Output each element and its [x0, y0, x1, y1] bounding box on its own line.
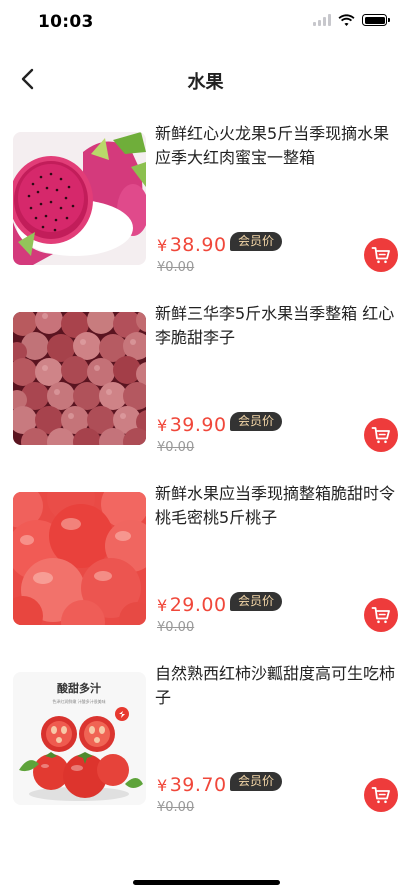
product-price: ¥29.00: [157, 594, 227, 616]
product-image-peaches[interactable]: [13, 492, 146, 625]
cellular-signal-icon: [313, 14, 331, 26]
product-image-dragon-fruit[interactable]: [13, 132, 146, 265]
product-image-plums[interactable]: [13, 312, 146, 445]
product-card[interactable]: 新鲜水果应当季现摘整箱脆甜时令桃毛密桃5斤桃子 ¥29.00 会员价 ¥0.00: [0, 475, 411, 655]
image-caption: 酸甜多汁: [57, 681, 101, 695]
add-to-cart-button[interactable]: [364, 238, 398, 272]
product-title[interactable]: 新鲜水果应当季现摘整箱脆甜时令桃毛密桃5斤桃子: [155, 482, 397, 530]
original-price: ¥0.00: [157, 800, 195, 815]
product-card[interactable]: 新鲜三华李5斤水果当季整箱 红心李脆甜李子 ¥39.90 会员价 ¥0.00: [0, 295, 411, 475]
nav-bar: 水果: [0, 54, 411, 106]
product-title[interactable]: 自然熟西红柿沙瓤甜度高可生吃柿子: [155, 662, 397, 710]
add-to-cart-button[interactable]: [364, 418, 398, 452]
product-title[interactable]: 新鲜三华李5斤水果当季整箱 红心李脆甜李子: [155, 302, 397, 350]
member-price-badge: 会员价: [230, 232, 283, 251]
cart-icon: [371, 787, 390, 804]
product-title[interactable]: 新鲜红心火龙果5斤当季现摘水果应季大红肉蜜宝一整箱: [155, 122, 397, 170]
original-price: ¥0.00: [157, 620, 195, 635]
add-to-cart-button[interactable]: [364, 778, 398, 812]
product-image-tomatoes[interactable]: 酸甜多汁 色泽红润鲜嫩 汁酸多汁很美味: [13, 672, 146, 805]
home-indicator[interactable]: [133, 880, 280, 885]
cart-icon: [371, 427, 390, 444]
status-icons: [313, 14, 390, 26]
status-time: 10:03: [38, 12, 94, 32]
product-card[interactable]: 酸甜多汁 色泽红润鲜嫩 汁酸多汁很美味 自然熟西红柿沙瓤甜度高可生吃柿子 ¥ 3…: [0, 655, 411, 835]
member-price-badge: 会员价: [230, 592, 283, 611]
member-price-badge: 会员价: [230, 772, 283, 791]
product-price: ¥39.90: [157, 414, 227, 436]
product-price: ¥39.70: [157, 774, 227, 796]
add-to-cart-button[interactable]: [364, 598, 398, 632]
product-price: ¥38.90: [157, 234, 227, 256]
product-list: 新鲜红心火龙果5斤当季现摘水果应季大红肉蜜宝一整箱 ¥38.90 会员价 ¥0.…: [0, 115, 411, 835]
original-price: ¥0.00: [157, 260, 195, 275]
wifi-icon: [338, 14, 355, 26]
member-price-badge: 会员价: [230, 412, 283, 431]
cart-icon: [371, 607, 390, 624]
cart-icon: [371, 247, 390, 264]
product-card[interactable]: 新鲜红心火龙果5斤当季现摘水果应季大红肉蜜宝一整箱 ¥38.90 会员价 ¥0.…: [0, 115, 411, 295]
battery-icon: [362, 14, 390, 26]
original-price: ¥0.00: [157, 440, 195, 455]
page-title: 水果: [187, 72, 224, 93]
status-bar: 10:03: [0, 0, 411, 46]
image-subcaption: 色泽红润鲜嫩 汁酸多汁很美味: [52, 698, 105, 704]
